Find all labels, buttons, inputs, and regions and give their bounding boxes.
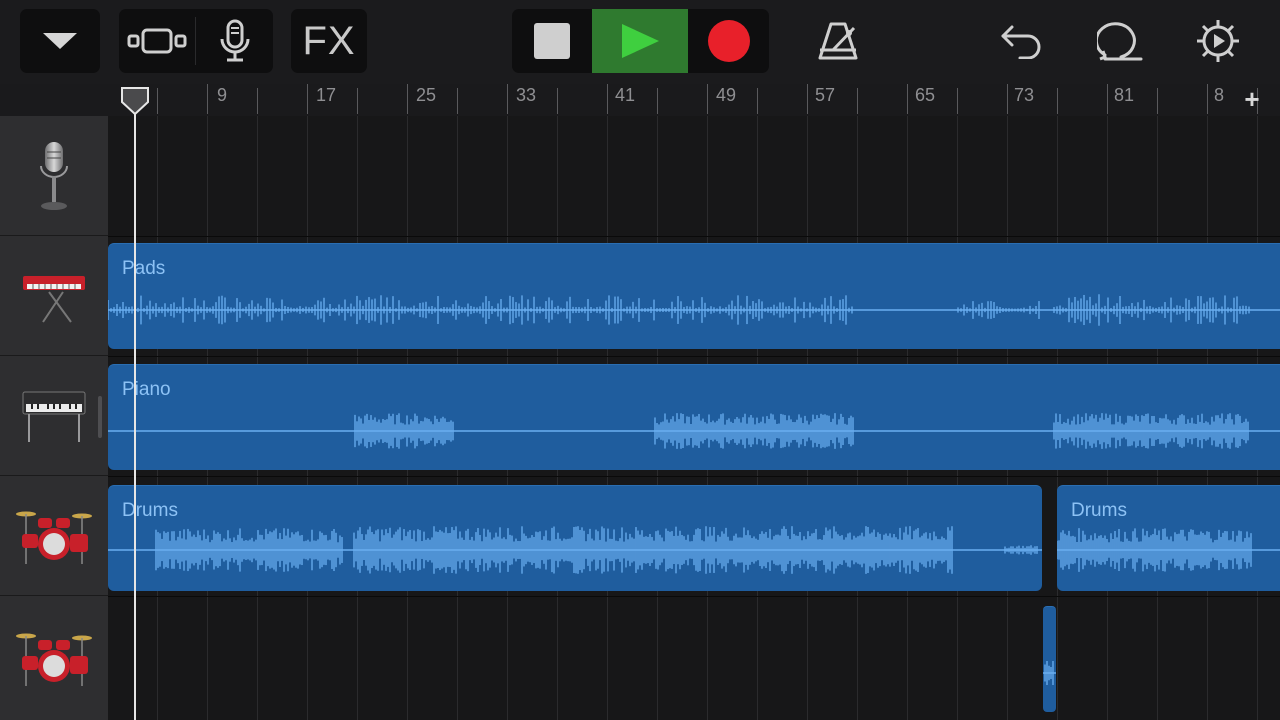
bar-number: 41: [615, 85, 636, 105]
record-button[interactable]: [688, 9, 769, 73]
bar-ruler[interactable]: 9 17 25 33 41 49 57 65 73 81 8 +: [0, 84, 1280, 116]
region-pads[interactable]: Pads: [108, 243, 1280, 349]
ruler-tick: [957, 88, 958, 114]
lane-separator: [108, 476, 1280, 477]
ruler-tick: [657, 88, 658, 114]
settings-button[interactable]: [1188, 9, 1248, 73]
bar-number: 17: [316, 85, 337, 105]
region-name: Piano: [122, 379, 171, 400]
stop-button[interactable]: [512, 9, 592, 73]
region-waveform: [108, 413, 1280, 449]
ruler-tick: [607, 84, 608, 114]
ruler-tick: [1107, 84, 1108, 114]
region-waveform: [108, 294, 1280, 326]
region-name: Drums: [1071, 500, 1127, 521]
tracks-view-icon: [127, 28, 187, 54]
drum-kit-icon: [16, 633, 92, 686]
play-icon: [622, 24, 659, 58]
microphone-icon: [220, 19, 249, 62]
play-button[interactable]: [592, 9, 688, 73]
tracks-menu-button[interactable]: [20, 9, 100, 73]
ruler-tick: [1157, 88, 1158, 114]
undo-icon: [1001, 25, 1041, 59]
bar-number: 49: [716, 85, 737, 105]
region-drum-clip[interactable]: [1043, 606, 1056, 712]
track-header-audio-recorder[interactable]: [0, 116, 108, 236]
tracks-timeline[interactable]: Pads Piano Drums Drums: [108, 116, 1280, 720]
chevron-down-icon: [43, 33, 77, 49]
fx-button-label: FX: [302, 18, 356, 63]
region-drums[interactable]: Drums: [108, 485, 1042, 591]
tracks-view-button[interactable]: [119, 9, 195, 73]
region-waveform: [1043, 660, 1056, 686]
lane-separator: [108, 596, 1280, 597]
bar-number: 57: [815, 85, 836, 105]
metronome-icon: [818, 22, 858, 60]
ruler-tick: [557, 88, 558, 114]
microphone-button[interactable]: [196, 9, 273, 73]
ruler-tick: [907, 84, 908, 114]
drum-kit-icon: [16, 511, 92, 564]
toolbar: FX: [0, 0, 1280, 84]
gear-icon: [1197, 20, 1239, 62]
undo-button[interactable]: [992, 9, 1052, 73]
track-header-keyboard[interactable]: [0, 236, 108, 356]
fx-button[interactable]: FX: [291, 9, 367, 73]
ruler-tick: [1207, 84, 1208, 114]
bar-number: 25: [416, 85, 437, 105]
ruler-tick: [1007, 84, 1008, 114]
view-controls-group: [119, 9, 273, 73]
ruler-tick: [257, 88, 258, 114]
electric-piano-icon: [22, 391, 86, 442]
playhead-handle[interactable]: [120, 86, 150, 116]
bar-number: 33: [516, 85, 537, 105]
ruler-tick: [857, 88, 858, 114]
keyboard-synth-icon: [23, 275, 85, 323]
ruler-tick: [157, 88, 158, 114]
region-drums-2[interactable]: Drums: [1057, 485, 1280, 591]
stop-icon: [534, 23, 570, 59]
region-piano[interactable]: Piano: [108, 364, 1280, 470]
track-header-piano[interactable]: [0, 356, 108, 476]
region-name: Pads: [122, 258, 166, 279]
region-waveform: [108, 526, 1042, 574]
loop-browser-button[interactable]: [1090, 9, 1150, 73]
microphone-icon: [40, 141, 68, 210]
ruler-tick: [207, 84, 208, 114]
ruler-tick: [357, 88, 358, 114]
bar-number: 73: [1014, 85, 1035, 105]
ruler-tick: [407, 84, 408, 114]
ruler-tick: [457, 88, 458, 114]
ruler-tick: [1057, 88, 1058, 114]
record-icon: [707, 20, 750, 62]
metronome-button[interactable]: [808, 9, 868, 73]
bar-number: 8: [1214, 85, 1225, 105]
transport-controls: [512, 9, 769, 73]
lane-separator: [108, 236, 1280, 237]
ruler-tick: [307, 84, 308, 114]
ruler-tick: [707, 84, 708, 114]
playhead-line: [134, 108, 136, 720]
bar-number: 81: [1114, 85, 1135, 105]
track-list-scroll-handle[interactable]: [98, 396, 102, 438]
region-name: Drums: [122, 500, 178, 521]
bar-number: 65: [915, 85, 936, 105]
loop-icon: [1097, 22, 1143, 61]
bar-number: 9: [217, 85, 228, 105]
track-headers: [0, 116, 108, 720]
track-header-drums-2[interactable]: [0, 596, 108, 720]
ruler-tick: [807, 84, 808, 114]
ruler-tick: [757, 88, 758, 114]
lane-separator: [108, 356, 1280, 357]
track-header-drums[interactable]: [0, 476, 108, 596]
ruler-tick: [507, 84, 508, 114]
add-track-button[interactable]: +: [1238, 84, 1266, 114]
